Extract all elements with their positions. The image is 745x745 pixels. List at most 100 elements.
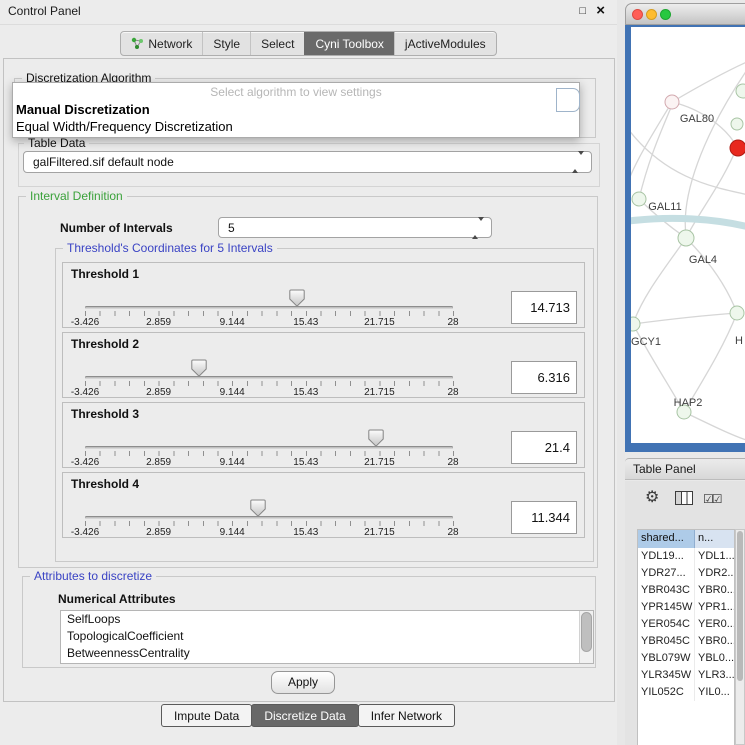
tab-select[interactable]: Select	[250, 32, 304, 55]
cell-name[interactable]: YER0...	[695, 616, 734, 633]
threshold-value-field[interactable]: 11.344	[511, 501, 577, 534]
network-node[interactable]	[632, 192, 646, 206]
table-row[interactable]: YBR043C YBR0...	[638, 582, 734, 599]
apply-button[interactable]: Apply	[271, 671, 335, 694]
list-item[interactable]: SelfLoops	[61, 611, 593, 628]
tab-style[interactable]: Style	[202, 32, 250, 55]
numerical-attributes-list[interactable]: SelfLoops TopologicalCoefficient Between…	[60, 610, 594, 664]
network-node[interactable]	[678, 230, 694, 246]
column-header-shared-name[interactable]: shared...	[638, 530, 695, 548]
cell-name[interactable]: YDL1...	[695, 548, 734, 565]
scrollbar-thumb[interactable]	[581, 612, 592, 652]
cell-name[interactable]: YDR2...	[695, 565, 734, 582]
threshold-slider[interactable]: -3.426 2.859 9.144 15.43 21.715 28	[85, 287, 453, 327]
threshold-slider[interactable]: -3.426 2.859 9.144 15.43 21.715 28	[85, 427, 453, 467]
tab-infer-network[interactable]: Infer Network	[358, 704, 455, 727]
minimize-traffic-light-icon[interactable]	[646, 9, 657, 20]
tab-discretize-data[interactable]: Discretize Data	[251, 704, 358, 727]
network-node-selected[interactable]	[730, 140, 745, 156]
cell-name[interactable]: YBR0...	[695, 633, 734, 650]
zoom-traffic-light-icon[interactable]	[660, 9, 671, 20]
dropdown-option-manual[interactable]: Manual Discretization	[13, 101, 579, 118]
tab-network[interactable]: Network	[121, 32, 202, 55]
cell-name[interactable]: YLR3...	[695, 667, 734, 684]
network-node[interactable]	[736, 84, 745, 98]
gear-icon[interactable]: ⚙	[645, 487, 659, 507]
combobox-stepper-icon[interactable]	[572, 155, 584, 169]
scrollbar-thumb[interactable]	[737, 531, 743, 681]
slider-ticks	[85, 521, 454, 526]
network-graph[interactable]: GAL80 GAL11 GAL4 GCY1 HAP2 H	[631, 27, 745, 443]
table-row[interactable]: YDR27... YDR2...	[638, 565, 734, 582]
list-item[interactable]: BetweennessCentrality	[61, 645, 593, 662]
cell-shared-name[interactable]: YPR145W	[638, 599, 695, 616]
cell-name[interactable]: YPR1...	[695, 599, 734, 616]
columns-icon[interactable]	[675, 491, 693, 508]
node-table[interactable]: shared... n... YDL19... YDL1... YDR27...…	[637, 529, 735, 745]
close-traffic-light-icon[interactable]	[632, 9, 643, 20]
select-columns-icon[interactable]: ☑☑	[703, 492, 721, 506]
tab-impute-data[interactable]: Impute Data	[161, 704, 252, 727]
threshold-label: Threshold 3	[71, 407, 139, 421]
algorithm-combobox-fragment[interactable]	[556, 88, 580, 112]
list-item[interactable]: TopologicalCoefficient	[61, 628, 593, 645]
threshold-value-field[interactable]: 21.4	[511, 431, 577, 464]
network-node[interactable]	[731, 118, 743, 130]
close-icon[interactable]: ×	[596, 2, 605, 19]
threshold-slider[interactable]: -3.426 2.859 9.144 15.43 21.715 28	[85, 497, 453, 537]
table-data-combobox[interactable]: galFiltered.sif default node	[23, 151, 592, 173]
number-of-intervals-combobox[interactable]: 5	[218, 217, 492, 238]
combobox-stepper-icon[interactable]	[472, 221, 484, 235]
scale-tick-label: 15.43	[293, 387, 318, 398]
thick-edge[interactable]	[631, 218, 745, 227]
slider-scale: -3.426 2.859 9.144 15.43 21.715 28	[85, 387, 453, 399]
slider-track[interactable]	[85, 306, 453, 309]
table-panel-titlebar[interactable]: Table Panel	[625, 458, 745, 480]
algorithm-dropdown-popup: Select algorithm to view settings Manual…	[12, 82, 580, 138]
slider-track[interactable]	[85, 446, 453, 449]
cell-shared-name[interactable]: YER054C	[638, 616, 695, 633]
tab-jactivemodules[interactable]: jActiveModules	[394, 32, 496, 55]
table-row[interactable]: YBR045C YBR0...	[638, 633, 734, 650]
slider-thumb[interactable]	[368, 429, 384, 447]
cell-shared-name[interactable]: YLR345W	[638, 667, 695, 684]
threshold-value-field[interactable]: 6.316	[511, 361, 577, 394]
slider-thumb[interactable]	[191, 359, 207, 377]
cell-name[interactable]: YBR0...	[695, 582, 734, 599]
table-row[interactable]: YPR145W YPR1...	[638, 599, 734, 616]
network-node[interactable]	[730, 306, 744, 320]
cell-shared-name[interactable]: YIL052C	[638, 684, 695, 701]
scale-tick-label: 21.715	[364, 387, 395, 398]
tab-cyni-toolbox[interactable]: Cyni Toolbox	[304, 32, 393, 55]
slider-thumb[interactable]	[289, 289, 305, 307]
list-scrollbar[interactable]	[579, 611, 593, 663]
node-labels: GAL80 GAL11 GAL4 GCY1 HAP2 H	[631, 113, 743, 409]
slider-thumb[interactable]	[250, 499, 266, 517]
cell-shared-name[interactable]: YBR043C	[638, 582, 695, 599]
float-window-icon[interactable]: □	[579, 5, 586, 17]
table-row[interactable]: YDL19... YDL1...	[638, 548, 734, 565]
cell-shared-name[interactable]: YDR27...	[638, 565, 695, 582]
table-row[interactable]: YER054C YER0...	[638, 616, 734, 633]
network-canvas[interactable]: GAL80 GAL11 GAL4 GCY1 HAP2 H	[631, 27, 745, 443]
table-row[interactable]: YBL079W YBL0...	[638, 650, 734, 667]
network-node[interactable]	[665, 95, 679, 109]
number-of-intervals-label: Number of Intervals	[60, 221, 173, 235]
network-window-titlebar[interactable]	[625, 3, 745, 25]
cell-shared-name[interactable]: YBL079W	[638, 650, 695, 667]
slider-track[interactable]	[85, 516, 453, 519]
panel-splitter[interactable]	[617, 0, 625, 745]
cell-shared-name[interactable]: YBR045C	[638, 633, 695, 650]
cell-name[interactable]: YBL0...	[695, 650, 734, 667]
cell-name[interactable]: YIL0...	[695, 684, 734, 701]
threshold-value-field[interactable]: 14.713	[511, 291, 577, 324]
table-scrollbar[interactable]	[735, 529, 745, 745]
network-node[interactable]	[631, 317, 640, 331]
dropdown-option-equal-width[interactable]: Equal Width/Frequency Discretization	[13, 118, 579, 135]
table-row[interactable]: YLR345W YLR3...	[638, 667, 734, 684]
threshold-slider[interactable]: -3.426 2.859 9.144 15.43 21.715 28	[85, 357, 453, 397]
cell-shared-name[interactable]: YDL19...	[638, 548, 695, 565]
column-header-name[interactable]: n...	[695, 530, 734, 548]
table-row[interactable]: YIL052C YIL0...	[638, 684, 734, 701]
slider-track[interactable]	[85, 376, 453, 379]
